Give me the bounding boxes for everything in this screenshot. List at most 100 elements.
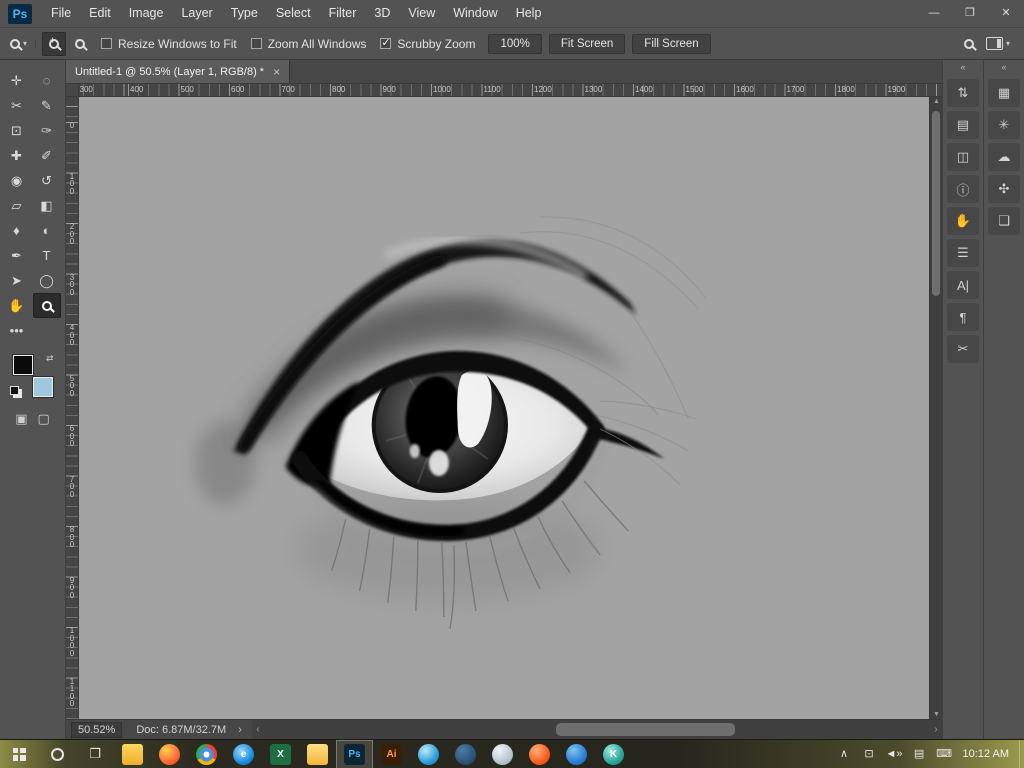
scroll-up-icon[interactable]: ▲ bbox=[930, 98, 943, 105]
vertical-scrollbar[interactable]: ▲ ▼ bbox=[929, 97, 942, 719]
window-restore[interactable]: ❐ bbox=[952, 0, 988, 27]
scroll-left-icon[interactable]: ‹ bbox=[252, 720, 264, 739]
cortana-search-button[interactable] bbox=[38, 740, 76, 768]
taskbar-app-folder[interactable] bbox=[299, 740, 336, 768]
checkbox-resize-windows-to-fit[interactable]: Resize Windows to Fit bbox=[101, 37, 237, 51]
tool-type[interactable]: T bbox=[33, 243, 61, 268]
zoom-in-button[interactable]: + bbox=[42, 32, 66, 56]
tray-keyboard[interactable]: ⌨ bbox=[932, 740, 957, 768]
scroll-down-icon[interactable]: ▼ bbox=[930, 711, 943, 718]
tool-history-brush[interactable]: ↺ bbox=[33, 168, 61, 193]
vertical-scrollbar-thumb[interactable] bbox=[932, 111, 940, 296]
button-0[interactable]: 100% bbox=[488, 34, 541, 54]
active-tool-preset[interactable]: ▾ bbox=[6, 39, 36, 49]
tool-marquee[interactable]: ◌ bbox=[33, 68, 61, 93]
taskbar-app-photoshop[interactable]: Ps bbox=[336, 740, 373, 768]
window-close[interactable]: ✕ bbox=[988, 0, 1024, 27]
tool-eyedropper[interactable]: ✑ bbox=[33, 118, 61, 143]
tool-move[interactable]: ✛ bbox=[3, 68, 31, 93]
taskbar-app-opera[interactable] bbox=[521, 740, 558, 768]
panel-brush-settings[interactable]: ▤ bbox=[947, 111, 979, 139]
tool-gradient[interactable]: ◧ bbox=[33, 193, 61, 218]
taskbar-app-illustrator[interactable]: Ai bbox=[373, 740, 410, 768]
taskbar-app-skype[interactable] bbox=[410, 740, 447, 768]
horizontal-scrollbar[interactable]: ‹ › bbox=[252, 720, 942, 739]
button-2[interactable]: Fill Screen bbox=[632, 34, 710, 54]
taskbar-clock[interactable]: 10:12 AM bbox=[957, 740, 1019, 768]
tool-lasso[interactable]: ✂ bbox=[3, 93, 31, 118]
tool-crop[interactable]: ⊡ bbox=[3, 118, 31, 143]
button-1[interactable]: Fit Screen bbox=[549, 34, 625, 54]
tool-more-tools[interactable]: ••• bbox=[3, 318, 31, 343]
panel-adjustments[interactable]: ⇅ bbox=[947, 79, 979, 107]
taskbar-app-edge[interactable]: e bbox=[225, 740, 262, 768]
menu-8[interactable]: View bbox=[399, 0, 444, 27]
menu-6[interactable]: Filter bbox=[320, 0, 366, 27]
taskbar-app-file-explorer[interactable] bbox=[114, 740, 151, 768]
zoom-level-field[interactable]: 50.52% bbox=[71, 722, 122, 738]
checkbox-zoom-all-windows[interactable]: Zoom All Windows bbox=[251, 37, 367, 51]
tool-clone-stamp[interactable]: ◉ bbox=[3, 168, 31, 193]
tray-network[interactable]: ⊡ bbox=[857, 740, 882, 768]
collapse-panels-icon[interactable]: « bbox=[984, 60, 1024, 75]
tool-ellipse-shape[interactable]: ◯ bbox=[33, 268, 61, 293]
taskbar-app-excel[interactable]: X bbox=[262, 740, 299, 768]
tool-path-selection[interactable]: ➤ bbox=[3, 268, 31, 293]
task-view-button[interactable]: ❐ bbox=[76, 740, 114, 768]
menu-2[interactable]: Image bbox=[120, 0, 173, 27]
tool-quick-selection[interactable]: ✎ bbox=[33, 93, 61, 118]
start-button[interactable] bbox=[0, 740, 38, 768]
tool-dodge[interactable]: ◐ bbox=[33, 218, 61, 243]
tool-eraser[interactable]: ▱ bbox=[3, 193, 31, 218]
foreground-color-swatch[interactable] bbox=[13, 355, 33, 375]
default-colors-icon[interactable] bbox=[10, 386, 19, 395]
taskbar-app-chrome[interactable] bbox=[188, 740, 225, 768]
toolbar-quick-mask[interactable]: ▣ bbox=[15, 411, 27, 427]
workspace-switcher[interactable]: ▾ bbox=[986, 37, 1010, 50]
tool-healing-brush[interactable]: ✚ bbox=[3, 143, 31, 168]
taskbar-app-firefox[interactable] bbox=[151, 740, 188, 768]
toolbar-screen-mode[interactable]: ▢ bbox=[38, 411, 50, 427]
taskbar-app-kmplayer[interactable]: K bbox=[595, 740, 632, 768]
tool-brush[interactable]: ✐ bbox=[33, 143, 61, 168]
menu-3[interactable]: Layer bbox=[172, 0, 221, 27]
search-icon[interactable] bbox=[964, 39, 974, 49]
tray-notes[interactable]: ▤ bbox=[907, 740, 932, 768]
checkbox-scrubby-zoom[interactable]: Scrubby Zoom bbox=[380, 37, 475, 51]
panel-swatches[interactable]: ▦ bbox=[988, 79, 1020, 107]
menu-9[interactable]: Window bbox=[444, 0, 506, 27]
tool-blur[interactable]: ♦ bbox=[3, 218, 31, 243]
panel-styles[interactable]: ✳ bbox=[988, 111, 1020, 139]
document-tab[interactable]: Untitled-1 @ 50.5% (Layer 1, RGB/8) * × bbox=[66, 60, 290, 83]
tool-pen[interactable]: ✒ bbox=[3, 243, 31, 268]
panel-libraries[interactable]: ☁ bbox=[988, 143, 1020, 171]
canvas[interactable] bbox=[79, 97, 929, 719]
swap-colors-icon[interactable]: ⇄ bbox=[46, 353, 54, 364]
menu-1[interactable]: Edit bbox=[80, 0, 120, 27]
menu-5[interactable]: Select bbox=[267, 0, 320, 27]
panel-info[interactable]: ⓘ bbox=[947, 175, 979, 203]
tray-hidden-icons[interactable]: ∧ bbox=[832, 740, 857, 768]
collapse-panels-icon[interactable]: « bbox=[943, 60, 983, 75]
tool-zoom[interactable] bbox=[33, 293, 61, 318]
menu-0[interactable]: File bbox=[42, 0, 80, 27]
show-desktop-button[interactable] bbox=[1019, 740, 1024, 768]
menu-10[interactable]: Help bbox=[507, 0, 551, 27]
panel-paths[interactable]: ✣ bbox=[988, 175, 1020, 203]
panel-character[interactable]: A| bbox=[947, 271, 979, 299]
panel-actions[interactable]: ✂ bbox=[947, 335, 979, 363]
close-icon[interactable]: × bbox=[273, 65, 280, 79]
panel-3d[interactable]: ✋ bbox=[947, 207, 979, 235]
menu-4[interactable]: Type bbox=[222, 0, 267, 27]
tray-volume[interactable]: ◄» bbox=[882, 740, 907, 768]
background-color-swatch[interactable] bbox=[33, 377, 53, 397]
taskbar-app-thunderbird[interactable] bbox=[447, 740, 484, 768]
panel-paragraph[interactable]: ¶ bbox=[947, 303, 979, 331]
status-chevron-icon[interactable]: › bbox=[238, 724, 242, 736]
scroll-right-icon[interactable]: › bbox=[930, 720, 942, 739]
menu-7[interactable]: 3D bbox=[365, 0, 399, 27]
taskbar-app-blue-browser[interactable] bbox=[558, 740, 595, 768]
window-minimize[interactable]: — bbox=[916, 0, 952, 27]
zoom-out-button[interactable]: − bbox=[68, 32, 92, 56]
panel-layers[interactable]: ❏ bbox=[988, 207, 1020, 235]
